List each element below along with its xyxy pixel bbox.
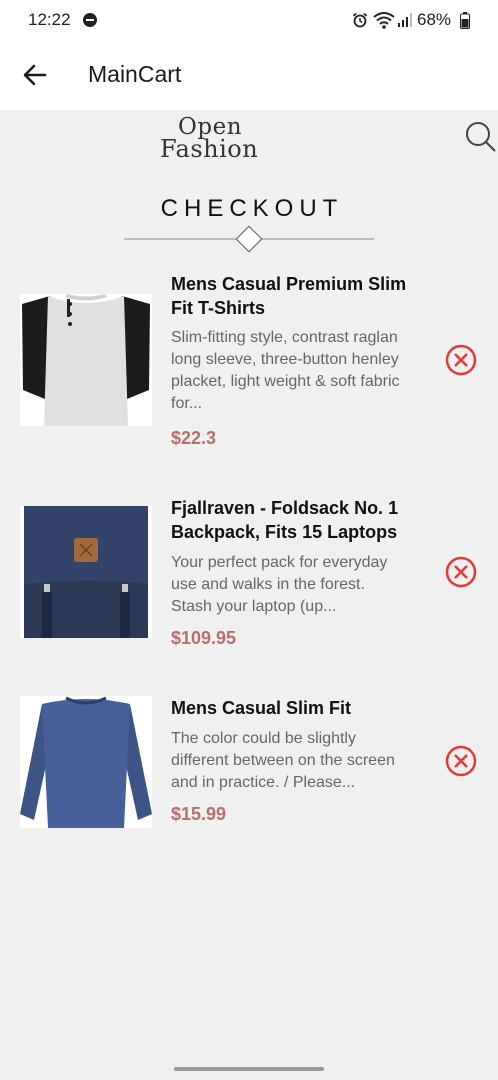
status-bar: 12:22 68% xyxy=(0,0,498,42)
signal-icon xyxy=(398,13,412,27)
remove-circle-icon xyxy=(445,344,477,376)
cart-item: Fjallraven - Foldsack No. 1 Backpack, Fi… xyxy=(0,494,498,654)
item-description-line: for... xyxy=(171,395,203,412)
item-description-line: placket, light weight & soft fabric xyxy=(171,373,400,390)
app-bar: MainCart xyxy=(0,42,498,110)
item-title: Mens Casual Slim Fit xyxy=(171,696,451,720)
alarm-icon xyxy=(352,12,368,28)
item-price: $109.95 xyxy=(171,628,237,648)
item-description-line: Your perfect pack for everyday xyxy=(171,554,388,571)
long-sleeve-shirt-image xyxy=(20,696,152,828)
search-button[interactable] xyxy=(464,120,498,154)
remove-item-button[interactable] xyxy=(443,743,479,779)
item-description-line: different between on the screen xyxy=(171,752,395,769)
page-title: MainCart xyxy=(88,61,182,87)
battery-percentage: 68% xyxy=(417,10,452,29)
status-time: 12:22 xyxy=(28,10,71,29)
cart-item: Mens Casual Premium Slim Fit T-Shirts Sl… xyxy=(0,270,498,450)
back-button[interactable] xyxy=(18,58,52,92)
item-title-line: Mens Casual Premium Slim xyxy=(171,274,407,294)
search-icon xyxy=(466,122,496,152)
remove-circle-icon xyxy=(445,745,477,777)
henley-shirt-image xyxy=(20,294,152,426)
wifi-icon xyxy=(373,12,395,29)
item-title: Mens Casual Premium Slim Fit T-Shirts xyxy=(171,272,451,320)
arrow-left-icon xyxy=(23,64,47,86)
product-image-long-sleeve-shirt[interactable] xyxy=(20,696,152,828)
product-image-henley-shirt[interactable] xyxy=(20,294,152,426)
cart-item: Mens Casual Slim Fit The color could be … xyxy=(0,696,498,836)
product-image-backpack[interactable] xyxy=(20,506,152,638)
backpack-image xyxy=(20,506,152,638)
item-title-line: Fjallraven - Foldsack No. 1 xyxy=(171,498,399,518)
item-description-line: Slim-fitting style, contrast raglan xyxy=(171,329,398,346)
item-title: Fjallraven - Foldsack No. 1 Backpack, Fi… xyxy=(171,496,451,544)
do-not-disturb-icon xyxy=(83,13,97,27)
item-description-line: and in practice. / Please... xyxy=(171,774,356,791)
item-title-line: Fit T-Shirts xyxy=(171,298,265,318)
item-description-line: use and walks in the forest. xyxy=(171,576,365,593)
open-fashion-logo: Open Fashion xyxy=(158,114,270,164)
item-description: Slim-fitting style, contrast raglan long… xyxy=(171,327,446,415)
item-description: The color could be slightly different be… xyxy=(171,728,446,794)
remove-item-button[interactable] xyxy=(443,554,479,590)
logo-text-fashion: Fashion xyxy=(160,135,259,163)
item-title-line: Backpack, Fits 15 Laptops xyxy=(171,522,398,542)
item-description: Your perfect pack for everyday use and w… xyxy=(171,552,446,618)
item-price: $15.99 xyxy=(171,804,227,824)
remove-item-button[interactable] xyxy=(443,342,479,378)
item-price: $22.3 xyxy=(171,428,217,448)
item-description-line: The color could be slightly xyxy=(171,730,356,747)
item-description-line: long sleeve, three-button henley xyxy=(171,351,399,368)
remove-circle-icon xyxy=(445,556,477,588)
battery-icon xyxy=(460,12,470,29)
home-indicator[interactable] xyxy=(174,1067,324,1071)
checkout-divider xyxy=(124,225,374,253)
item-title-line: Mens Casual Slim Fit xyxy=(171,698,352,718)
item-description-line: Stash your laptop (up... xyxy=(171,598,337,615)
checkout-title: CHECKOUT xyxy=(160,195,344,222)
